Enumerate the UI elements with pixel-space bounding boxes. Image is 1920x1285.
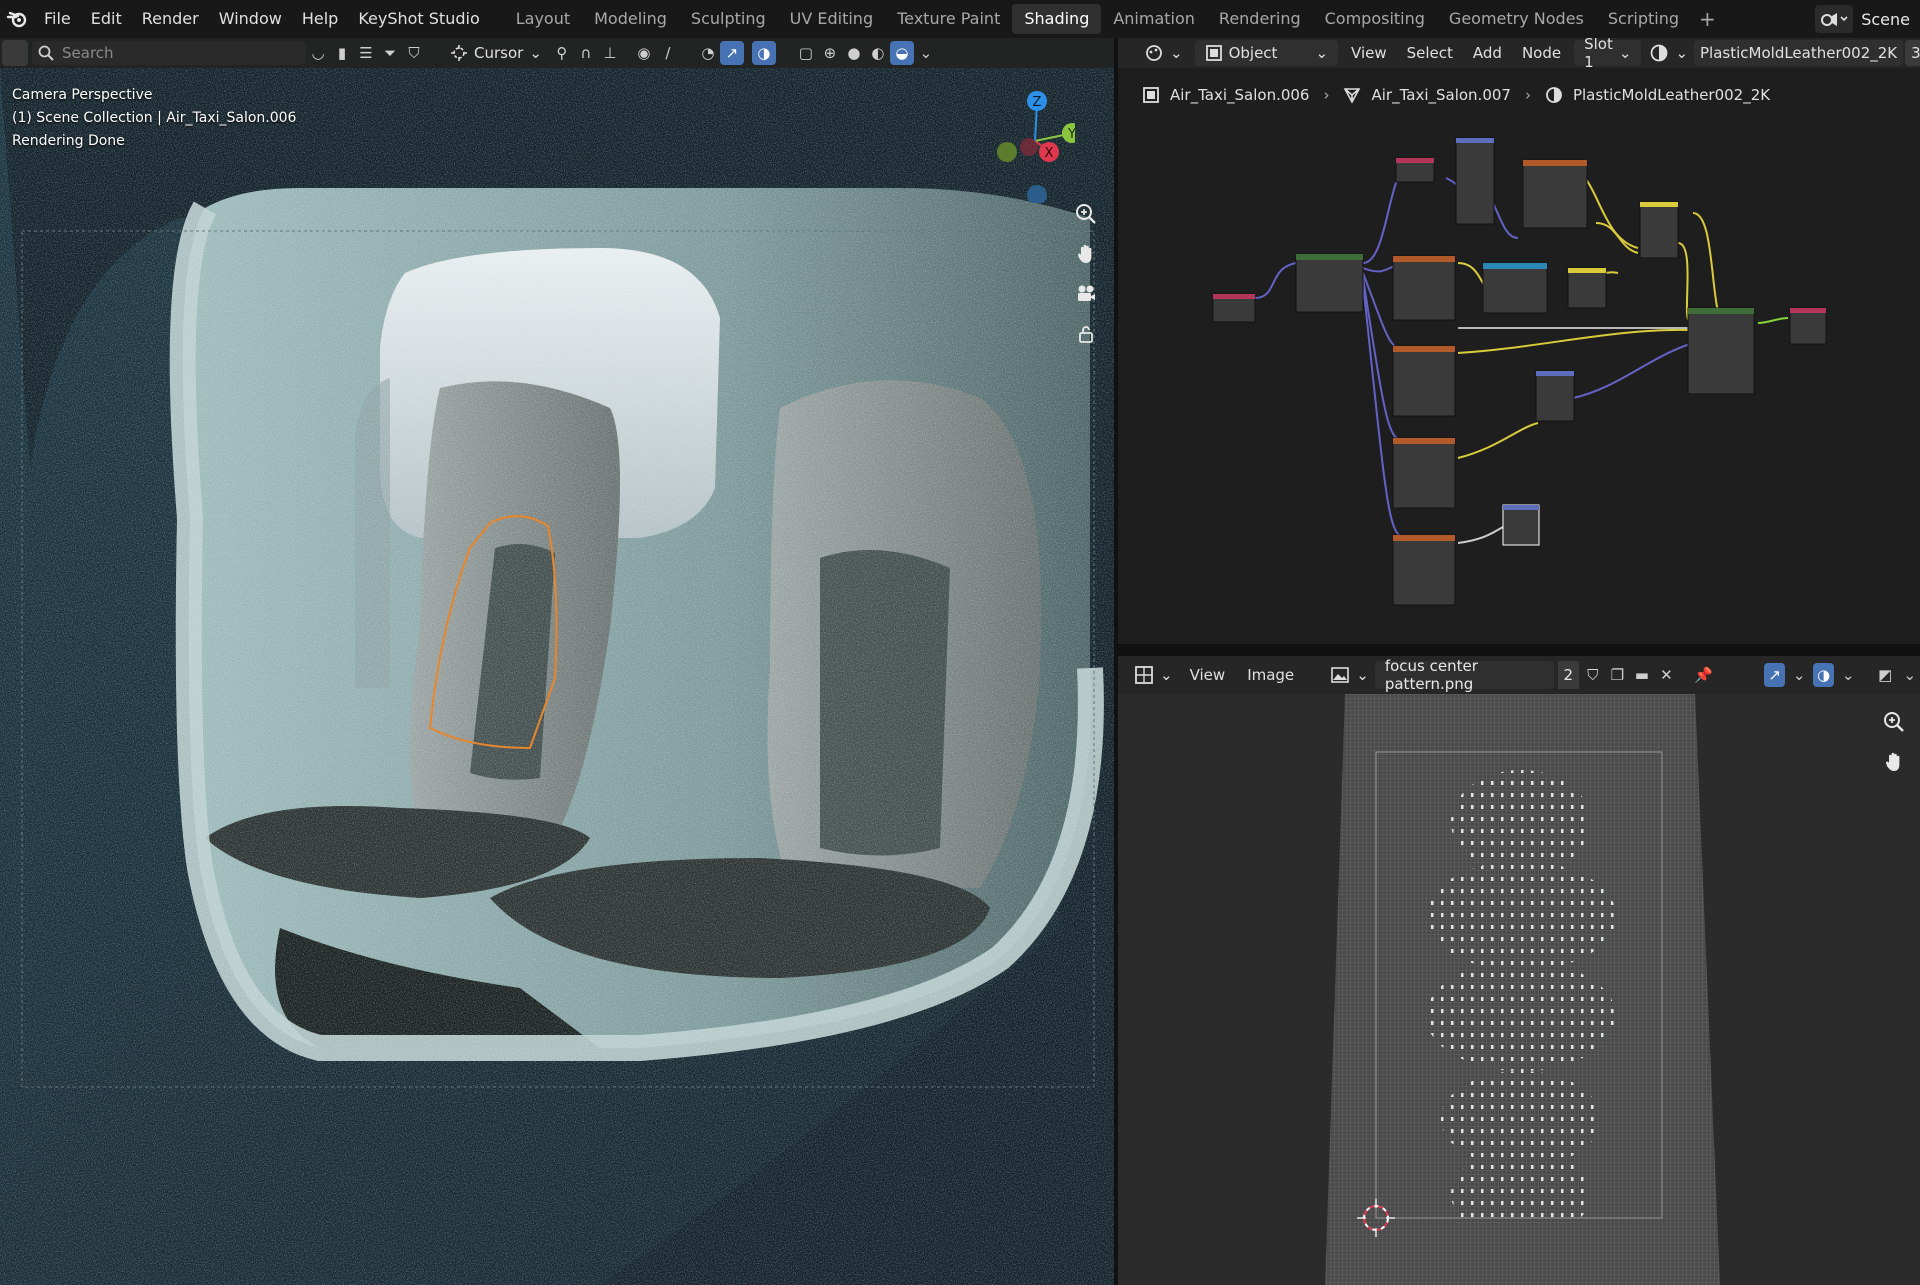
top-menubar: File Edit Render Window Help KeyShot Stu… xyxy=(0,0,1920,38)
search-icon xyxy=(38,45,54,61)
chevron-down-icon[interactable]: ⌄ xyxy=(1838,663,1859,687)
chevron-down-icon[interactable]: ⌄ xyxy=(1789,663,1810,687)
gizmo-toggle-icon[interactable]: ↗ xyxy=(1764,663,1785,687)
chevron-down-icon[interactable]: ⌄ xyxy=(1900,663,1920,687)
transform-orientation-icon[interactable]: ⚲ xyxy=(550,41,574,65)
blender-logo-icon[interactable] xyxy=(0,0,34,38)
viewport-header: Search ◡ ▮ ☰ ⏷ ⛉ Cursor ⌄ ⚲ ∩ ⊥ ◉ ∕ ◔ ↗ … xyxy=(0,38,1114,68)
image-user-count[interactable]: 2 xyxy=(1558,661,1579,689)
gizmo-toggle-icon[interactable]: ↗ xyxy=(719,41,744,65)
shading-solid-icon[interactable]: ● xyxy=(842,41,866,65)
shading-material-icon[interactable]: ◐ xyxy=(866,41,890,65)
snap-magnet-icon[interactable]: ∩ xyxy=(574,41,598,65)
shield-icon[interactable]: ⛉ xyxy=(402,41,426,65)
sort-icon[interactable]: ☰ xyxy=(354,41,378,65)
rendered-scene-image xyxy=(0,68,1114,1285)
tab-layout[interactable]: Layout xyxy=(504,4,582,34)
image-name-field[interactable]: focus center pattern.png xyxy=(1374,657,1555,693)
pan-hand-icon[interactable] xyxy=(1070,238,1102,270)
viewport-nav-tools xyxy=(1070,198,1102,350)
falloff-curve-icon[interactable]: ∕ xyxy=(656,41,680,65)
close-icon[interactable]: ✕ xyxy=(1656,663,1677,687)
workspace-tabs: Layout Modeling Sculpting UV Editing Tex… xyxy=(504,4,1724,34)
tab-texture-paint[interactable]: Texture Paint xyxy=(885,4,1012,34)
display-channels-icon[interactable]: ◩ xyxy=(1875,663,1896,687)
navigation-gizmo[interactable]: Z Y X xyxy=(995,83,1075,203)
menu-window[interactable]: Window xyxy=(209,0,292,38)
image-editor-icon xyxy=(1135,666,1153,684)
node-graph[interactable] xyxy=(1118,38,1920,644)
pivot-point-dropdown[interactable]: Cursor ⌄ xyxy=(442,44,550,62)
pivot-label: Cursor xyxy=(474,44,524,62)
shading-wireframe-icon[interactable]: ⊕ xyxy=(818,41,842,65)
image-canvas[interactable] xyxy=(1118,694,1920,1285)
tab-uv-editing[interactable]: UV Editing xyxy=(778,4,885,34)
menu-render[interactable]: Render xyxy=(132,0,209,38)
image-nav-tools xyxy=(1878,706,1910,778)
collection-path-text: (1) Scene Collection | Air_Taxi_Salon.00… xyxy=(12,110,297,126)
open-folder-icon[interactable]: ▬ xyxy=(1632,663,1653,687)
chevron-down-icon: ⌄ xyxy=(529,44,542,62)
overlays-toggle-icon[interactable]: ◑ xyxy=(1813,663,1834,687)
shading-options-chevron-icon[interactable]: ⌄ xyxy=(914,41,938,65)
image-icon xyxy=(1331,667,1350,683)
camera-view-icon[interactable] xyxy=(1070,278,1102,310)
view-mode-text: Camera Perspective xyxy=(12,87,153,103)
pan-hand-icon[interactable] xyxy=(1878,746,1910,778)
image-editor[interactable]: ⌄ View Image ⌄ focus center pattern.png … xyxy=(1118,656,1920,1285)
search-placeholder: Search xyxy=(62,44,114,62)
chevron-down-icon: ⌄ xyxy=(1160,666,1173,684)
tab-rendering[interactable]: Rendering xyxy=(1207,4,1313,34)
duplicate-icon[interactable]: ❐ xyxy=(1607,663,1628,687)
3d-viewport[interactable]: Search ◡ ▮ ☰ ⏷ ⛉ Cursor ⌄ ⚲ ∩ ⊥ ◉ ∕ ◔ ↗ … xyxy=(0,38,1114,1285)
search-input[interactable]: Search xyxy=(32,41,306,65)
image-browse-button[interactable]: ⌄ xyxy=(1328,662,1371,688)
image-name: focus center pattern.png xyxy=(1384,657,1478,693)
tab-scripting[interactable]: Scripting xyxy=(1596,4,1691,34)
viewport-info-overlay: Camera Perspective (1) Scene Collection … xyxy=(12,84,296,153)
snap-increment-icon[interactable]: ⊥ xyxy=(598,41,622,65)
menu-keyshot-studio[interactable]: KeyShot Studio xyxy=(348,0,489,38)
tab-sculpting[interactable]: Sculpting xyxy=(679,4,778,34)
menu-image[interactable]: Image xyxy=(1238,660,1303,690)
axis-z-label: Z xyxy=(1033,95,1042,110)
shader-nodes[interactable] xyxy=(1212,137,1827,606)
overlays-toggle-icon[interactable]: ◑ xyxy=(751,41,776,65)
scene-selector[interactable]: Scene xyxy=(1815,4,1920,34)
add-workspace-button[interactable]: + xyxy=(1691,7,1724,31)
pin-icon[interactable]: 📌 xyxy=(1693,663,1714,687)
visibility-eye-icon[interactable]: ◔ xyxy=(696,41,720,65)
editor-type-dropdown[interactable]: ⌄ xyxy=(1130,662,1177,688)
axis-x-label: X xyxy=(1045,146,1054,161)
render-status-text: Rendering Done xyxy=(12,133,125,149)
chevron-down-icon: ⌄ xyxy=(1356,666,1369,684)
image-editor-header: ⌄ View Image ⌄ focus center pattern.png … xyxy=(1118,656,1920,694)
fake-user-shield-icon[interactable]: ⛉ xyxy=(1583,663,1604,687)
scene-label: Scene xyxy=(1861,9,1910,29)
lock-camera-icon[interactable] xyxy=(1070,318,1102,350)
xray-toggle-icon[interactable]: ▢ xyxy=(794,41,818,65)
menu-file[interactable]: File xyxy=(34,0,81,38)
editor-type-icon[interactable] xyxy=(2,40,28,66)
tab-shading[interactable]: Shading xyxy=(1012,4,1102,34)
tab-modeling[interactable]: Modeling xyxy=(582,4,679,34)
tab-geometry-nodes[interactable]: Geometry Nodes xyxy=(1437,4,1596,34)
menu-view[interactable]: View xyxy=(1181,660,1235,690)
menu-edit[interactable]: Edit xyxy=(81,0,132,38)
zoom-icon[interactable] xyxy=(1878,706,1910,738)
cursor-icon xyxy=(451,45,467,61)
scene-icon xyxy=(1815,5,1854,33)
tab-compositing[interactable]: Compositing xyxy=(1313,4,1437,34)
tab-animation[interactable]: Animation xyxy=(1101,4,1207,34)
bookmark-icon[interactable]: ▮ xyxy=(330,41,354,65)
axis-y-label: Y xyxy=(1067,127,1075,142)
shading-rendered-icon[interactable]: ◒ xyxy=(889,41,914,65)
menu-help[interactable]: Help xyxy=(292,0,348,38)
filter-funnel-icon[interactable]: ⏷ xyxy=(378,41,402,65)
filter-arc-icon[interactable]: ◡ xyxy=(306,41,330,65)
proportional-edit-icon[interactable]: ◉ xyxy=(632,41,656,65)
zoom-icon[interactable] xyxy=(1070,198,1102,230)
shader-node-editor[interactable]: ⌄ Object ⌄ View Select Add Node Slot 1 ⌄… xyxy=(1118,38,1920,644)
area-divider-horizontal[interactable] xyxy=(1118,644,1920,656)
